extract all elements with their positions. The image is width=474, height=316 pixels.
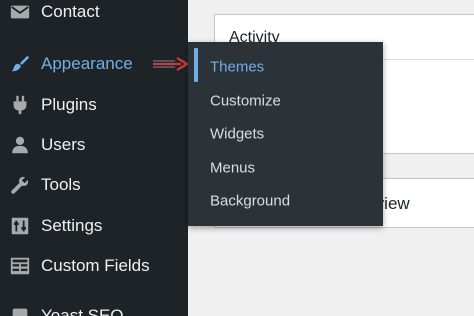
user-icon xyxy=(8,133,32,157)
wrench-icon xyxy=(8,173,32,197)
paintbrush-icon xyxy=(8,52,32,76)
sidebar-item-tools[interactable]: Tools xyxy=(0,165,188,205)
submenu-item-label: Widgets xyxy=(210,125,265,142)
submenu-item-label: Menus xyxy=(210,159,256,176)
seo-icon xyxy=(8,304,32,316)
appearance-submenu: Themes Customize Widgets Menus Backgroun… xyxy=(188,42,383,226)
submenu-item-label: Customize xyxy=(210,92,281,109)
submenu-item-label: Themes xyxy=(210,58,265,75)
sidebar-item-label: Tools xyxy=(41,175,81,194)
sidebar-item-yoast-seo[interactable]: Yoast SEO xyxy=(0,296,188,316)
submenu-item-label: Background xyxy=(210,192,291,209)
annotation-arrow-icon xyxy=(153,57,189,71)
envelope-icon xyxy=(8,0,32,24)
submenu-item-background[interactable]: Background xyxy=(188,184,383,217)
sidebar-item-plugins[interactable]: Plugins xyxy=(0,85,188,125)
sidebar-item-settings[interactable]: Settings xyxy=(0,206,188,246)
admin-sidebar-menu: Contact Appearance Plugins Users Tools S… xyxy=(0,0,189,316)
sidebar-item-users[interactable]: Users xyxy=(0,125,188,165)
submenu-item-customize[interactable]: Customize xyxy=(188,84,383,117)
sidebar-item-contact[interactable]: Contact xyxy=(0,0,188,32)
plug-icon xyxy=(8,93,32,117)
sidebar-item-label: Settings xyxy=(41,216,103,235)
sidebar-item-label: Users xyxy=(41,135,86,154)
submenu-item-widgets[interactable]: Widgets xyxy=(188,117,383,150)
sliders-icon xyxy=(8,214,32,238)
sidebar-item-label: Appearance xyxy=(41,54,133,73)
sidebar-item-label: Plugins xyxy=(41,95,97,114)
sidebar-item-label: Yoast SEO xyxy=(41,306,124,316)
sidebar-item-custom-fields[interactable]: Custom Fields xyxy=(0,246,188,286)
submenu-item-themes[interactable]: Themes xyxy=(188,50,383,83)
sidebar-item-label: Contact xyxy=(41,2,100,21)
submenu-item-menus[interactable]: Menus xyxy=(188,151,383,184)
sidebar-item-label: Custom Fields xyxy=(41,256,150,275)
table-icon xyxy=(8,254,32,278)
wp-admin-screen: Activity N rview Contact Appearance Plug… xyxy=(0,0,474,316)
